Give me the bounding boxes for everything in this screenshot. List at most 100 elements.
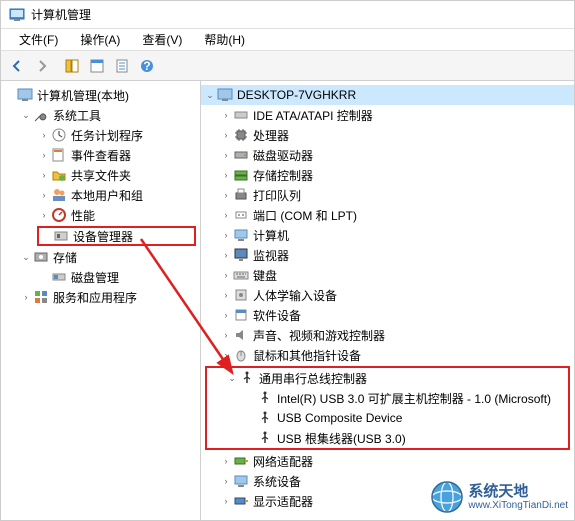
expand-icon[interactable]: › [37,168,51,182]
device-computers[interactable]: › 计算机 [201,225,574,245]
tree-label: IDE ATA/ATAPI 控制器 [253,107,373,124]
export-list-button[interactable] [110,54,134,78]
tree-device-manager[interactable]: 设备管理器 [37,226,196,246]
tree-shared-folders[interactable]: › 共享文件夹 [1,165,200,185]
toggle-placeholder [243,391,257,405]
forward-button[interactable] [30,54,54,78]
tree-label: 磁盘管理 [71,269,119,286]
tree-label: 磁盘驱动器 [253,147,313,164]
collapse-icon[interactable] [3,88,17,102]
expand-icon[interactable]: › [219,308,233,322]
device-ide[interactable]: › IDE ATA/ATAPI 控制器 [201,105,574,125]
device-storage-ctrl[interactable]: ›存储控制器 [201,165,574,185]
device-keyboards[interactable]: ›键盘 [201,265,574,285]
globe-icon [430,480,464,514]
tree-system-tools[interactable]: ⌄ 系统工具 [1,105,200,125]
expand-icon[interactable]: › [37,208,51,222]
toggle-placeholder [39,229,53,243]
ide-icon [233,107,249,123]
right-tree-pane[interactable]: ⌄ DESKTOP-7VGHKRR › IDE ATA/ATAPI 控制器 ›处理… [201,81,574,520]
expand-icon[interactable]: › [219,208,233,222]
expand-icon[interactable]: › [219,348,233,362]
device-cpu[interactable]: ›处理器 [201,125,574,145]
tree-disk-mgmt[interactable]: 磁盘管理 [1,267,200,287]
expand-icon[interactable]: › [219,474,233,488]
expand-icon[interactable]: › [219,268,233,282]
menu-action[interactable]: 操作(A) [70,29,130,50]
tree-event-viewer[interactable]: › 事件查看器 [1,145,200,165]
help-button[interactable]: ? [135,54,159,78]
computer-mgmt-icon [9,7,25,23]
watermark: 系统天地 www.XiTongTianDi.net [430,480,568,514]
device-usb-root-hub[interactable]: USB 根集线器(USB 3.0) [207,428,568,448]
wrench-icon [33,107,49,123]
tree-label: 服务和应用程序 [53,289,137,306]
device-hid[interactable]: ›人体学输入设备 [201,285,574,305]
menu-file[interactable]: 文件(F) [9,29,68,50]
back-button[interactable] [5,54,29,78]
users-icon [51,187,67,203]
tree-performance[interactable]: › 性能 [1,205,200,225]
menubar: 文件(F) 操作(A) 查看(V) 帮助(H) [1,29,574,51]
usb-icon [257,410,273,426]
collapse-icon[interactable]: ⌄ [19,250,33,264]
expand-icon[interactable]: › [219,128,233,142]
toolbar: ? [1,51,574,81]
collapse-icon[interactable]: ⌄ [225,371,239,385]
collapse-icon[interactable]: ⌄ [19,108,33,122]
expand-icon[interactable]: › [37,148,51,162]
expand-icon[interactable]: › [219,228,233,242]
properties-button[interactable] [85,54,109,78]
expand-icon[interactable]: › [219,328,233,342]
device-tree-computer[interactable]: ⌄ DESKTOP-7VGHKRR [201,85,574,105]
tree-task-scheduler[interactable]: › 任务计划程序 [1,125,200,145]
expand-icon[interactable]: › [219,188,233,202]
tree-label: 网络适配器 [253,453,313,470]
tree-services-apps[interactable]: › 服务和应用程序 [1,287,200,307]
collapse-icon[interactable]: ⌄ [203,88,217,102]
menu-view[interactable]: 查看(V) [132,29,192,50]
device-usb-intel[interactable]: Intel(R) USB 3.0 可扩展主机控制器 - 1.0 (Microso… [207,388,568,408]
device-net-adapters[interactable]: › 网络适配器 [201,451,574,471]
menu-help[interactable]: 帮助(H) [194,29,255,50]
device-mouse[interactable]: › 鼠标和其他指针设备 [201,345,574,365]
display-adapter-icon [233,493,249,509]
expand-icon[interactable]: › [219,454,233,468]
tree-root-computer-mgmt[interactable]: 计算机管理(本地) [1,85,200,105]
expand-icon[interactable]: › [219,148,233,162]
cpu-icon [233,127,249,143]
tree-label: 软件设备 [253,307,301,324]
expand-icon[interactable]: › [37,188,51,202]
device-ports[interactable]: ›端口 (COM 和 LPT) [201,205,574,225]
device-software[interactable]: › 软件设备 [201,305,574,325]
device-disk-drives[interactable]: › 磁盘驱动器 [201,145,574,165]
tree-label: USB 根集线器(USB 3.0) [277,430,406,447]
window-title: 计算机管理 [31,6,91,23]
usb-icon [257,430,273,446]
left-tree-pane[interactable]: 计算机管理(本地) ⌄ 系统工具 › 任务计划程序 › 事件查看器 › 共享文件… [1,81,201,520]
expand-icon[interactable]: › [219,168,233,182]
tree-storage[interactable]: ⌄ 存储 [1,247,200,267]
device-usb-composite[interactable]: USB Composite Device [207,408,568,428]
services-icon [33,289,49,305]
expand-icon[interactable]: › [219,494,233,508]
monitor-icon [233,247,249,263]
expand-icon[interactable]: › [219,288,233,302]
device-print-queue[interactable]: ›打印队列 [201,185,574,205]
tree-local-users[interactable]: › 本地用户和组 [1,185,200,205]
device-monitors[interactable]: ›监视器 [201,245,574,265]
show-hide-tree-button[interactable] [60,54,84,78]
tree-label: 计算机 [253,227,289,244]
storage-ctrl-icon [233,167,249,183]
expand-icon[interactable]: › [37,128,51,142]
expand-icon[interactable]: › [19,290,33,304]
tree-label: 计算机管理(本地) [37,87,129,104]
device-sound[interactable]: ›声音、视频和游戏控制器 [201,325,574,345]
network-adapter-icon [233,453,249,469]
expand-icon[interactable]: › [219,248,233,262]
device-usb-controllers[interactable]: ⌄通用串行总线控制器 [207,368,568,388]
keyboard-icon [233,267,249,283]
watermark-title: 系统天地 [468,483,568,500]
expand-icon[interactable]: › [219,108,233,122]
tree-label: 鼠标和其他指针设备 [253,347,361,364]
